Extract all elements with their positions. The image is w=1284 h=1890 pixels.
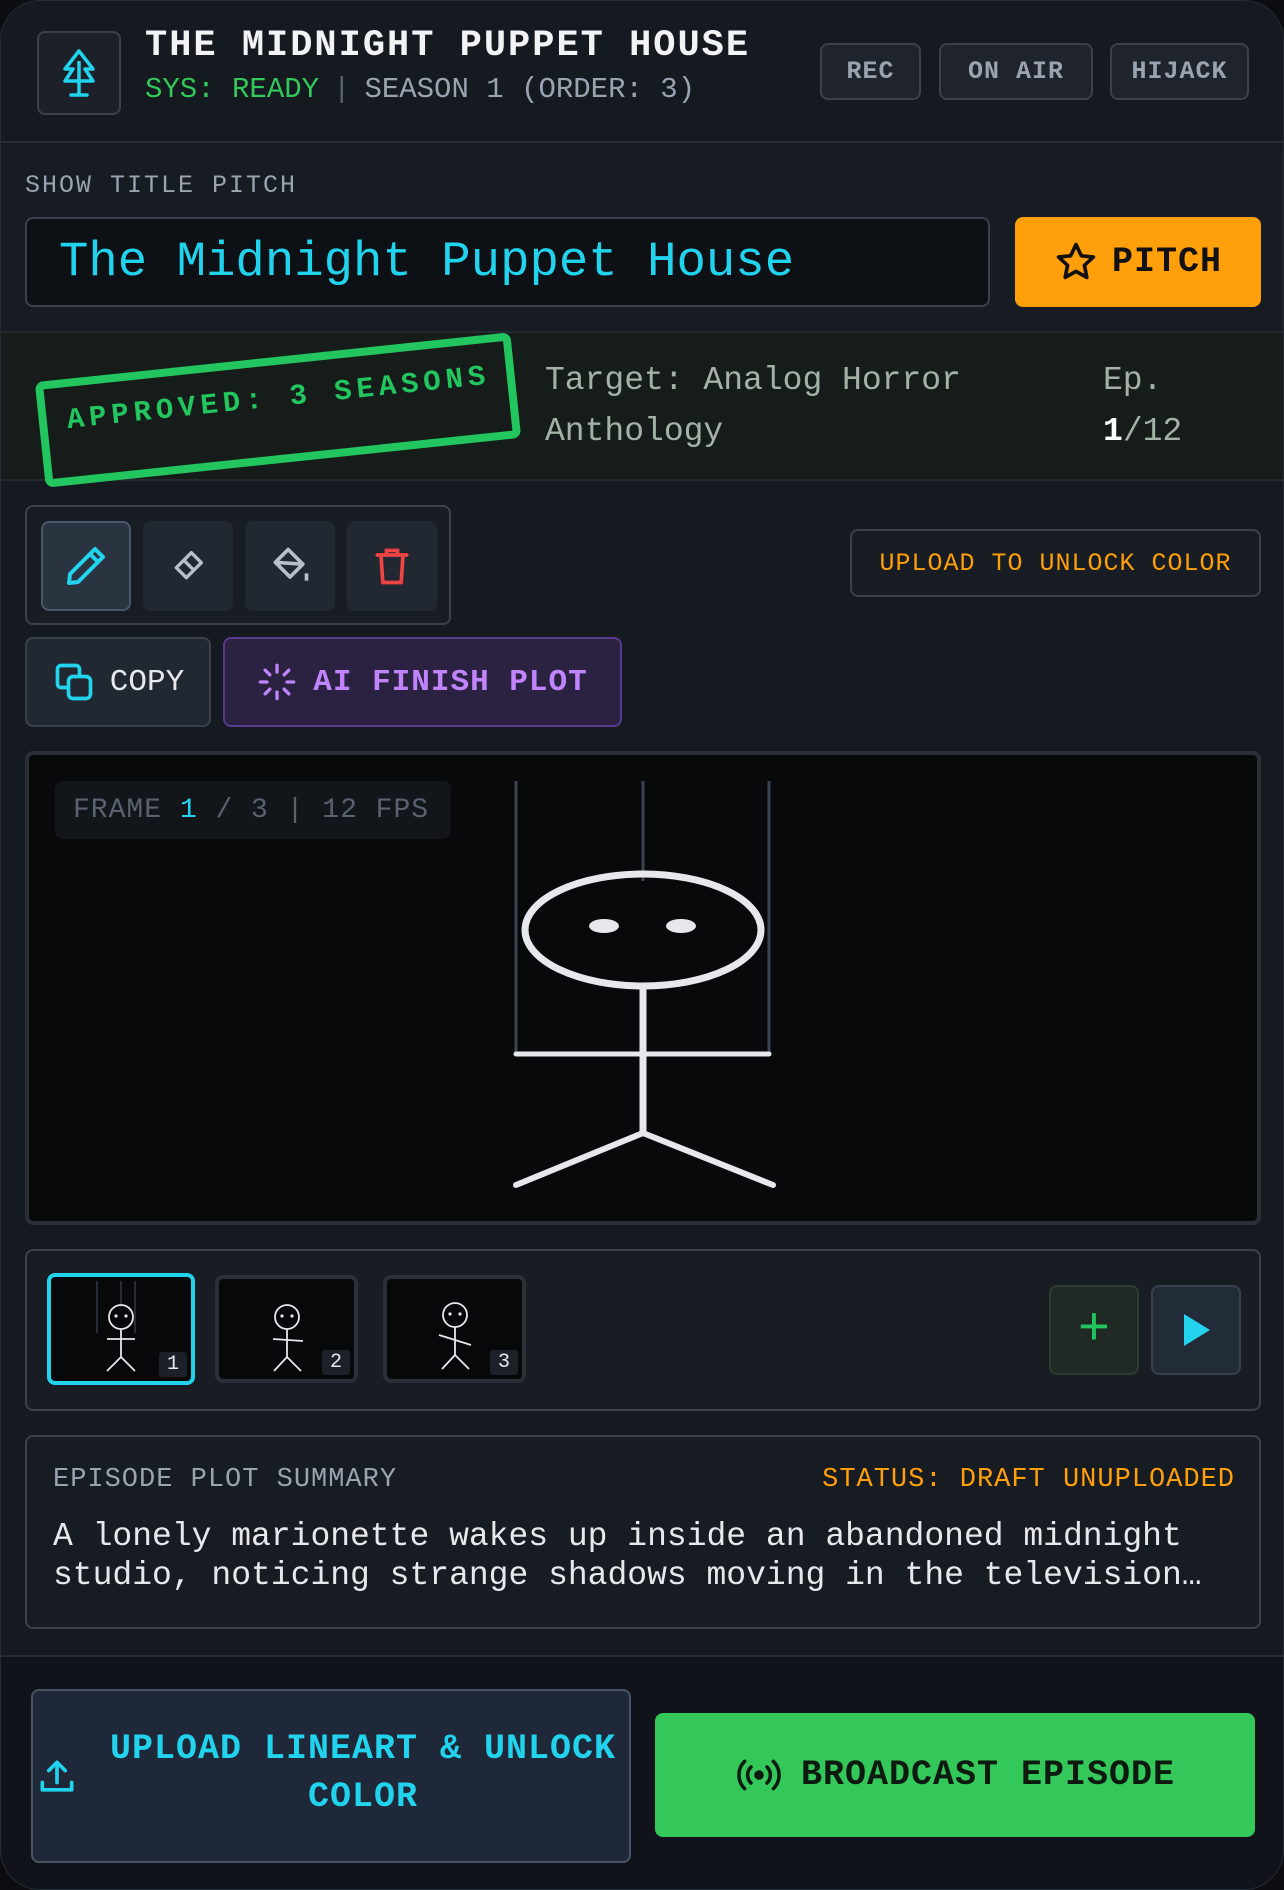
pencil-icon (67, 547, 105, 585)
show-title-input[interactable] (25, 217, 990, 307)
target-genre: Target: Analog Horror Anthology (545, 362, 961, 450)
upload-lineart-label: UPLOAD LINEART & UNLOCK COLOR (109, 1729, 617, 1817)
upload-icon (40, 1760, 74, 1792)
system-status-line: SYS: READY | SEASON 1 (ORDER: 3) (145, 73, 695, 106)
pencil-tool-button[interactable] (41, 521, 131, 611)
ai-finish-plot-label: AI FINISH PLOT (313, 664, 588, 700)
broadcast-episode-label: BROADCAST EPISODE (800, 1755, 1176, 1795)
star-icon (1056, 242, 1096, 280)
episode-total: /12 (1122, 413, 1183, 450)
season-info: SEASON 1 (ORDER: 3) (364, 73, 696, 106)
app-logo (37, 31, 121, 115)
rec-button[interactable]: REC (820, 43, 921, 100)
action-bar: UPLOAD LINEART & UNLOCK COLOR BROADCAST … (1, 1655, 1283, 1889)
approval-strip: APPROVED: 3 SEASONS Target: Analog Horro… (1, 331, 1283, 488)
spinner-icon (258, 663, 296, 701)
frame-current: 1 (179, 794, 198, 826)
trash-icon (375, 548, 409, 585)
copy-icon (55, 663, 93, 701)
ai-finish-plot-button[interactable]: AI FINISH PLOT (223, 637, 622, 727)
pitch-label: SHOW TITLE PITCH (25, 171, 298, 200)
frame-number: 2 (321, 1350, 350, 1375)
tree-antenna-icon (63, 49, 95, 97)
fill-bucket-icon (273, 547, 309, 581)
show-title-heading: THE MIDNIGHT PUPPET HOUSE (145, 25, 751, 67)
frame-filmstrip: 1 2 3 + (25, 1249, 1261, 1411)
summary-text[interactable]: A lonely marionette wakes up inside an a… (53, 1517, 1233, 1597)
frame-number: 1 (158, 1352, 187, 1377)
pitch-button-label: PITCH (1111, 242, 1223, 282)
pitch-button[interactable]: PITCH (1015, 217, 1261, 307)
frame-thumbnail-3[interactable]: 3 (383, 1275, 526, 1383)
eraser-icon (174, 551, 203, 580)
upload-lineart-button[interactable]: UPLOAD LINEART & UNLOCK COLOR (31, 1689, 631, 1863)
episode-label: Ep. (1103, 362, 1163, 399)
frame-suffix: / 3 | 12 FPS (215, 794, 430, 826)
pitch-section: SHOW TITLE PITCH PITCH (1, 145, 1283, 331)
delete-tool-button[interactable] (347, 521, 437, 611)
episode-current: 1 (1103, 413, 1123, 450)
play-animation-button[interactable] (1151, 1285, 1241, 1375)
frame-indicator: FRAME 1 / 3 | 12 FPS (55, 781, 451, 839)
play-icon (1184, 1314, 1210, 1346)
copy-button-label: COPY (109, 664, 185, 700)
broadcast-episode-button[interactable]: BROADCAST EPISODE (655, 1713, 1255, 1837)
sys-status: SYS: READY (145, 73, 320, 106)
drawing-canvas[interactable]: FRAME 1 / 3 | 12 FPS (25, 751, 1261, 1225)
on-air-button[interactable]: ON AIR (939, 43, 1093, 100)
summary-label: EPISODE PLOT SUMMARY (53, 1465, 398, 1495)
header-bar: THE MIDNIGHT PUPPET HOUSE SYS: READY | SEA… (1, 1, 1283, 143)
frame-thumbnail-1[interactable]: 1 (47, 1273, 195, 1385)
episode-counter: Ep. 1/12 (1103, 355, 1182, 457)
app-window: THE MIDNIGHT PUPPET HOUSE SYS: READY | SEA… (0, 0, 1284, 1890)
copy-button[interactable]: COPY (25, 637, 211, 727)
drawing-toolbar (25, 505, 451, 625)
frame-prefix: FRAME (73, 794, 163, 826)
frame-number: 3 (489, 1350, 518, 1375)
fill-tool-button[interactable] (245, 521, 335, 611)
broadcast-icon (737, 1759, 781, 1791)
episode-summary-panel: EPISODE PLOT SUMMARY STATUS: DRAFT UNUPL… (25, 1435, 1261, 1629)
frame-thumbnail-2[interactable]: 2 (215, 1275, 358, 1383)
summary-status: STATUS: DRAFT UNUPLOADED (822, 1465, 1235, 1495)
eraser-tool-button[interactable] (143, 521, 233, 611)
status-separator: | (333, 73, 351, 106)
approved-stamp: APPROVED: 3 SEASONS (34, 332, 522, 488)
unlock-color-button[interactable]: UPLOAD TO UNLOCK COLOR (850, 529, 1261, 597)
hijack-button[interactable]: HIJACK (1110, 43, 1249, 100)
add-frame-button[interactable]: + (1049, 1285, 1139, 1375)
